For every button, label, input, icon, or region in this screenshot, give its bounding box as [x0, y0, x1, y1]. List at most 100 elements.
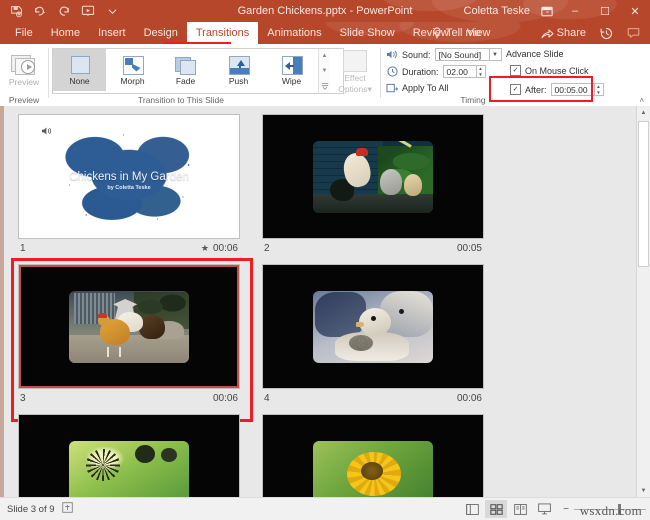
slide-4-duration: 00:06: [456, 392, 482, 404]
comments-button[interactable]: [621, 22, 646, 44]
gallery-scroll-up-icon[interactable]: ▲: [319, 49, 330, 63]
ribbon-tab-bar: File Home Insert Design Transitions Anim…: [0, 22, 650, 44]
slide-thumbnail-1[interactable]: Chickens in My Garden by Coletta Teske 1…: [18, 114, 240, 254]
tab-slide-show[interactable]: Slide Show: [331, 22, 404, 44]
sound-icon: [386, 49, 398, 61]
on-mouse-click-checkbox[interactable]: ✓: [510, 65, 521, 76]
sound-label: Sound:: [402, 49, 431, 60]
sound-value[interactable]: [No Sound]: [434, 48, 490, 61]
effect-options-label-2: Options▾: [338, 84, 372, 94]
slide-thumbnail-2[interactable]: 2 00:05: [262, 114, 484, 254]
powerpoint-window: Garden Chickens.pptx - PowerPoint Colett…: [0, 0, 650, 520]
slide-2-timing: 00:05: [457, 243, 484, 254]
slide-1-subtitle: by Coletta Teske: [107, 184, 151, 191]
slide-1-transition-star-icon[interactable]: ★: [201, 243, 209, 254]
accessibility-checker-icon[interactable]: [61, 502, 73, 516]
gallery-scroll-down-icon[interactable]: ▼: [319, 64, 330, 78]
transition-none-label: None: [69, 75, 90, 86]
preview-icon: [11, 54, 37, 76]
transition-morph[interactable]: Morph: [106, 49, 159, 91]
slide-thumbnail-6[interactable]: [262, 414, 484, 498]
share-icon: [541, 29, 554, 38]
tab-file[interactable]: File: [6, 22, 42, 44]
slide-3-number: 3: [20, 392, 26, 404]
slide-1-meta: 1 ★ 00:06: [18, 241, 240, 255]
slide-counter: Slide 3 of 9: [7, 503, 55, 515]
transition-none[interactable]: None: [53, 49, 106, 91]
gallery-scrollbar[interactable]: ▲ ▼: [318, 49, 330, 93]
audio-speaker-icon[interactable]: [41, 123, 53, 135]
slide-thumbnail-5[interactable]: [18, 414, 240, 498]
slide-thumbnail-3[interactable]: 3 00:06: [18, 264, 240, 404]
slide-3-timing: 00:06: [213, 393, 240, 404]
close-button[interactable]: ✕: [620, 0, 650, 22]
slide-2-number: 2: [264, 242, 270, 254]
scroll-down-button[interactable]: ▼: [637, 484, 650, 498]
zoom-out-button[interactable]: −: [563, 504, 569, 515]
reading-view-button[interactable]: [509, 500, 531, 518]
comment-icon: [627, 28, 640, 38]
effect-options-button[interactable]: Effect Options▾: [334, 48, 376, 96]
preview-button-label: Preview: [8, 76, 40, 87]
slideshow-view-button[interactable]: [533, 500, 555, 518]
duration-clock-icon: [386, 66, 398, 78]
redo-icon[interactable]: [56, 3, 72, 19]
sound-select[interactable]: [No Sound] ▼: [434, 48, 502, 61]
normal-view-button[interactable]: [461, 500, 483, 518]
slide-1-number: 1: [20, 242, 26, 254]
ribbon-group-preview: Preview Preview: [0, 44, 48, 106]
slide-thumbnail-4[interactable]: 4 00:06: [262, 264, 484, 404]
tab-home[interactable]: Home: [42, 22, 89, 44]
duration-stepper[interactable]: 02.00 ▲ ▼: [442, 65, 486, 78]
transition-wipe[interactable]: Wipe: [265, 49, 318, 91]
apply-to-all-button[interactable]: Apply To All: [386, 82, 448, 94]
transition-push[interactable]: Push: [212, 49, 265, 91]
save-icon[interactable]: [8, 3, 24, 19]
tab-animations[interactable]: Animations: [258, 22, 330, 44]
gallery-more-icon[interactable]: [319, 79, 330, 93]
tell-me-box[interactable]: Tell me: [432, 22, 481, 44]
maximize-button[interactable]: ☐: [590, 0, 620, 22]
on-mouse-click-row[interactable]: ✓ On Mouse Click: [510, 65, 589, 76]
slide-4-canvas: [262, 264, 484, 389]
preview-button[interactable]: Preview: [4, 48, 44, 92]
ribbon-tabs: File Home Insert Design Transitions Anim…: [6, 22, 499, 44]
undo-icon[interactable]: [32, 3, 48, 19]
ribbon-right-actions: Share: [535, 22, 646, 44]
slide-sorter-view-button[interactable]: [485, 500, 508, 518]
slide-2-canvas: [262, 114, 484, 239]
advance-slide-label: Advance Slide: [506, 49, 564, 59]
collapse-ribbon-button[interactable]: ˄: [639, 96, 644, 105]
ribbon-group-timing: Sound: [No Sound] ▼ Duration: 02.00 ▲▼: [382, 44, 644, 106]
start-slideshow-icon[interactable]: [80, 3, 96, 19]
duration-spinner[interactable]: ▲ ▼: [476, 65, 486, 78]
share-button[interactable]: Share: [535, 22, 592, 44]
slide-pane-scrollbar[interactable]: ▲ ▼: [636, 106, 650, 498]
slide-3-duration: 00:06: [212, 392, 238, 404]
site-watermark: wsxdn.com: [579, 503, 642, 518]
scroll-up-button[interactable]: ▲: [637, 106, 650, 120]
ribbon-display-options-icon[interactable]: [534, 0, 560, 22]
apply-to-all-icon: [386, 82, 398, 94]
transition-fade[interactable]: Fade: [159, 49, 212, 91]
ribbon: Preview Preview None Morph Fade Push Wip…: [0, 44, 650, 107]
tab-design[interactable]: Design: [135, 22, 187, 44]
tab-insert[interactable]: Insert: [89, 22, 135, 44]
revision-history-button[interactable]: [594, 22, 619, 44]
tab-transitions[interactable]: Transitions: [186, 22, 259, 44]
scrollbar-thumb[interactable]: [638, 121, 649, 267]
account-name[interactable]: Coletta Teske: [464, 0, 530, 22]
minimize-button[interactable]: –: [560, 0, 590, 22]
none-transition-icon: [69, 55, 91, 75]
window-controls: – ☐ ✕: [534, 0, 650, 22]
on-mouse-click-label: On Mouse Click: [525, 65, 589, 76]
customize-qat-icon[interactable]: [104, 3, 120, 19]
transition-wipe-label: Wipe: [281, 75, 302, 86]
duration-value[interactable]: 02.00: [442, 65, 477, 78]
effect-options-icon: [343, 50, 367, 72]
after-checkbox[interactable]: ✓: [510, 84, 521, 95]
sound-dropdown-icon[interactable]: ▼: [489, 48, 502, 61]
slide-3-meta: 3 00:06: [18, 391, 240, 405]
push-transition-icon: [228, 55, 250, 75]
hen-in-garden-photo: [69, 290, 189, 363]
